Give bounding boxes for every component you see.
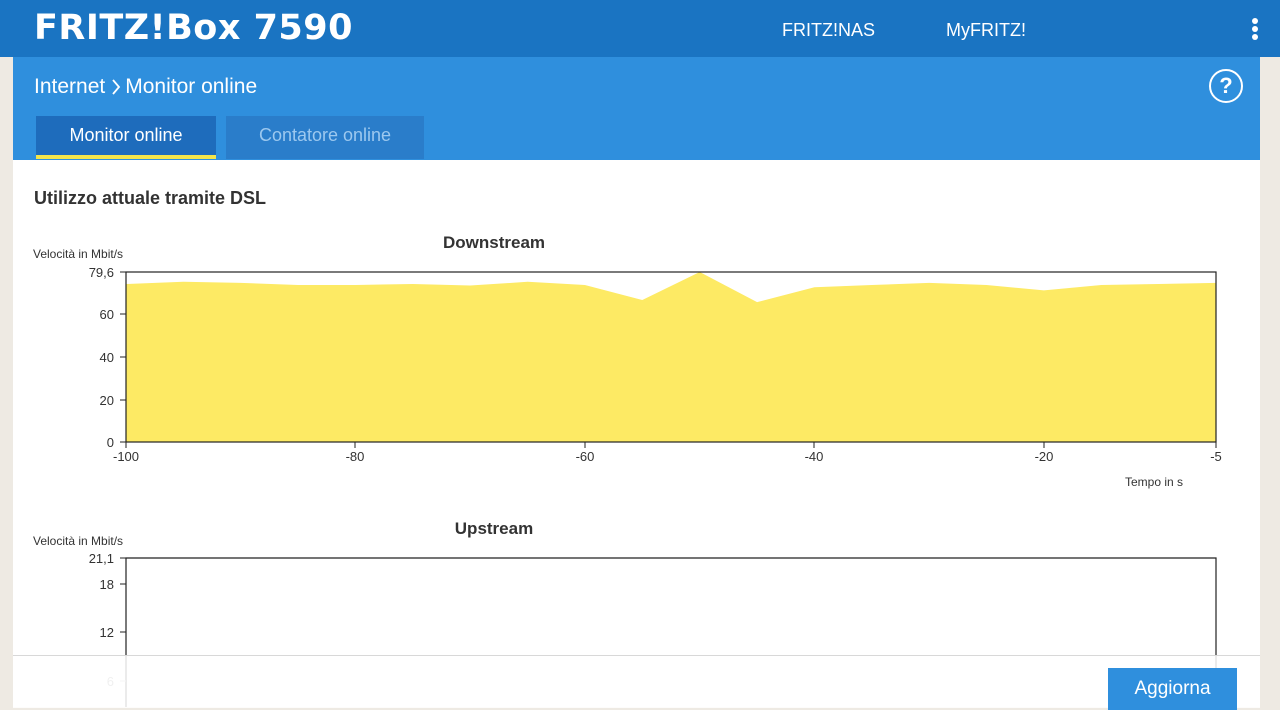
us-ytick-21-1: 21,1 <box>89 551 114 566</box>
downstream-ylabel: Velocità in Mbit/s <box>33 247 123 261</box>
ds-xtick-minus-80: -80 <box>346 449 365 464</box>
upstream-title: Upstream <box>455 519 533 538</box>
myfritz-link[interactable]: MyFRITZ! <box>946 20 1026 41</box>
charts-svg: Downstream Velocità in Mbit/s Tempo in s… <box>33 233 1222 707</box>
downstream-chart: Downstream Velocità in Mbit/s Tempo in s… <box>33 233 1222 489</box>
tab-contatore-online[interactable]: Contatore online <box>226 116 424 159</box>
ds-xtick-minus-60: -60 <box>576 449 595 464</box>
ds-xtick-minus-20: -20 <box>1035 449 1054 464</box>
ds-xtick-minus-5: -5 <box>1210 449 1222 464</box>
page-header: Internet Monitor online ? Monitor online… <box>13 57 1260 160</box>
chevron-right-icon <box>111 78 121 96</box>
us-ytick-12: 12 <box>100 625 114 640</box>
ds-ytick-79-6: 79,6 <box>89 265 114 280</box>
fritz-nas-link[interactable]: FRITZ!NAS <box>782 20 875 41</box>
ds-ytick-0: 0 <box>107 435 114 450</box>
downstream-title: Downstream <box>443 233 545 252</box>
upstream-ylabel: Velocità in Mbit/s <box>33 534 123 548</box>
more-menu-icon[interactable] <box>1244 14 1266 44</box>
ds-xtick-minus-100: -100 <box>113 449 139 464</box>
update-button[interactable]: Aggiorna <box>1108 668 1237 710</box>
ds-ytick-20: 20 <box>100 393 114 408</box>
ds-ytick-40: 40 <box>100 350 114 365</box>
us-ytick-18: 18 <box>100 577 114 592</box>
breadcrumb-current: Monitor online <box>125 75 258 98</box>
breadcrumb-internet[interactable]: Internet <box>34 75 105 99</box>
ds-ytick-60: 60 <box>100 307 114 322</box>
tab-monitor-online[interactable]: Monitor online <box>36 116 216 159</box>
help-icon[interactable]: ? <box>1209 69 1243 103</box>
downstream-area <box>126 272 1216 442</box>
breadcrumb: Internet Monitor online <box>34 75 257 99</box>
bottom-action-bar: Aggiorna <box>13 655 1260 710</box>
downstream-xlabel: Tempo in s <box>1125 475 1183 489</box>
top-bar: FRITZ!Box 7590 FRITZ!NAS MyFRITZ! <box>0 0 1280 57</box>
main-content: Utilizzo attuale tramite DSL Downstream … <box>13 160 1260 707</box>
brand-title: FRITZ!Box 7590 <box>34 8 353 48</box>
ds-xtick-minus-40: -40 <box>805 449 824 464</box>
